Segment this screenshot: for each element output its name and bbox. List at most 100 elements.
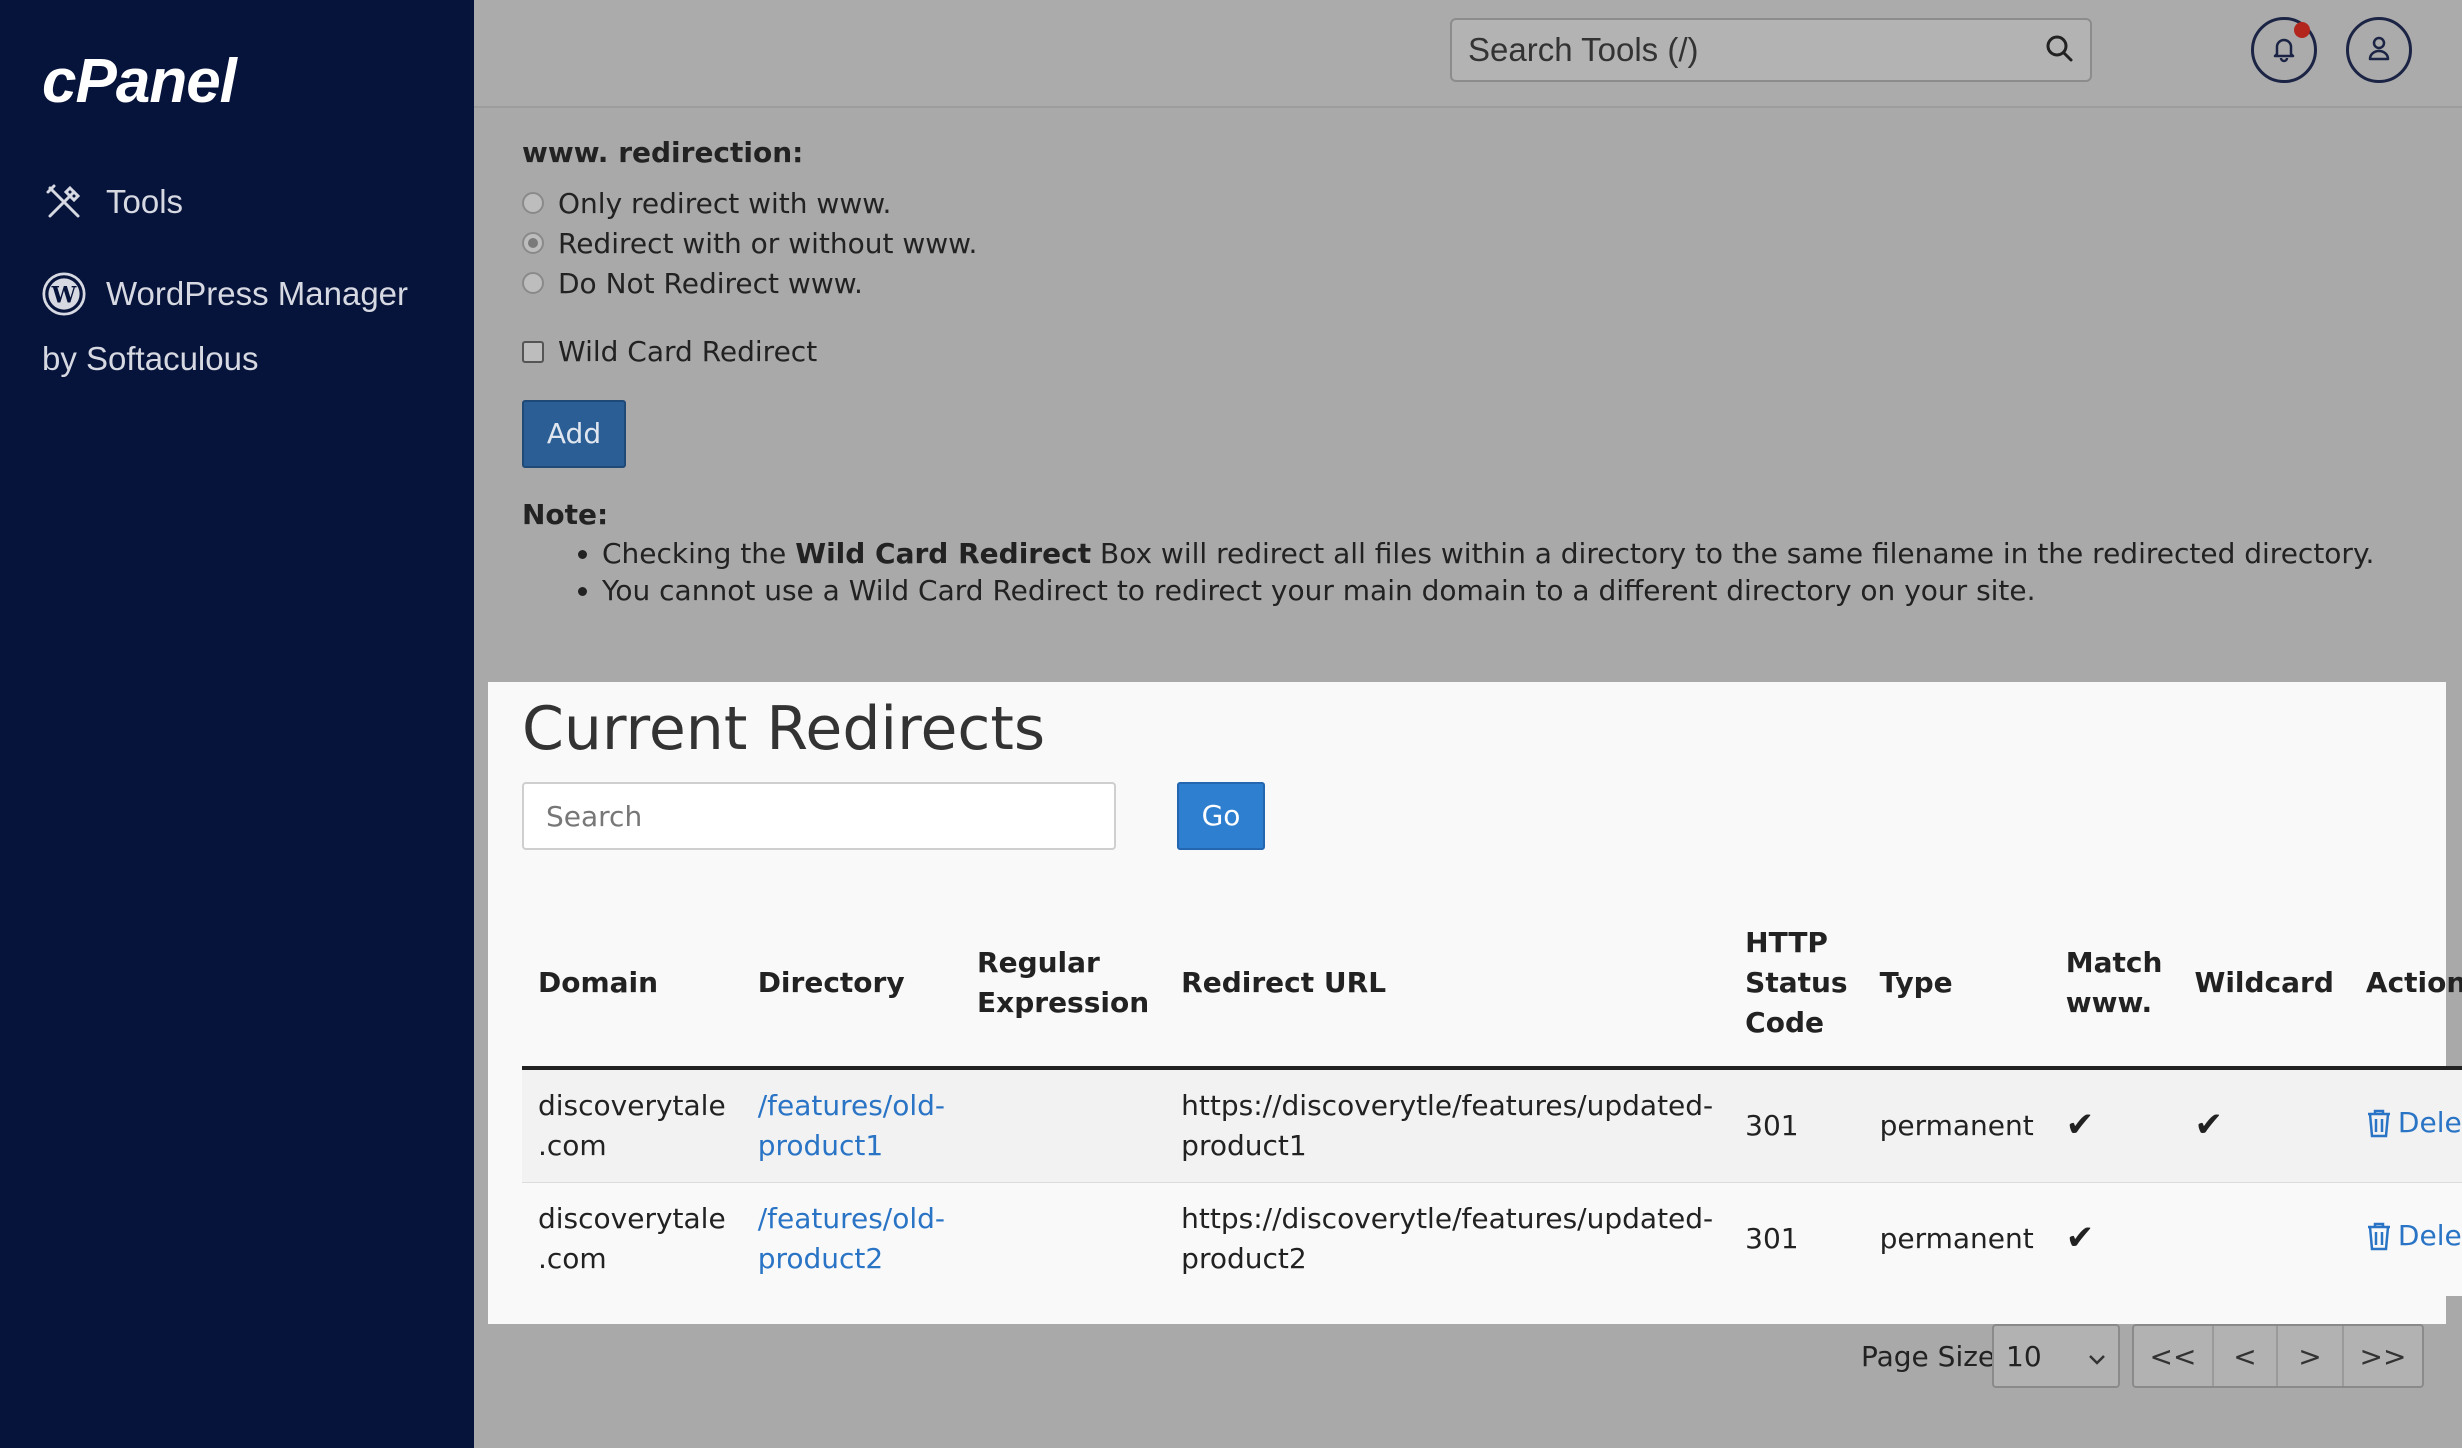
note-bold-text: Wild Card Redirect: [795, 537, 1092, 570]
header-text: Regular: [977, 946, 1100, 979]
cell-redirect-url: https://discoverytle/features/updated-pr…: [1165, 1068, 1730, 1183]
cell-wildcard: [2178, 1182, 2350, 1296]
cell-text: product2: [1181, 1242, 1307, 1276]
table-header-row: Domain Directory Regular Expression Redir…: [522, 900, 2462, 1070]
column-header-match-www[interactable]: Match www.: [2049, 900, 2179, 1070]
search-tools-box[interactable]: [1450, 18, 2092, 82]
cell-domain: discoverytale .com: [522, 1182, 742, 1296]
column-header-type[interactable]: Type: [1863, 900, 2050, 1070]
user-menu-button[interactable]: [2346, 17, 2412, 83]
current-redirects-title: Current Redirects: [522, 694, 1046, 764]
search-icon[interactable]: [2044, 33, 2074, 67]
wildcard-label: Wild Card Redirect: [558, 335, 818, 368]
cell-text: .com: [538, 1242, 607, 1276]
notification-dot: [2294, 22, 2310, 38]
cell-type: permanent: [1863, 1068, 2050, 1183]
radio-button[interactable]: [522, 232, 544, 254]
cell-text: https://discoverytle/features/updated-: [1181, 1088, 1714, 1122]
cell-directory[interactable]: /features/old-product2: [741, 1182, 962, 1296]
header-text: HTTP: [1745, 926, 1828, 959]
trash-icon: [2367, 1109, 2390, 1137]
cell-text: product1: [1181, 1128, 1307, 1162]
first-page-button[interactable]: <<: [2134, 1326, 2214, 1386]
cpanel-logo[interactable]: cPanel: [42, 46, 237, 117]
link-text: /features/old-: [757, 1088, 946, 1122]
current-redirects-panel: Current Redirects Go Domain Directory Re…: [488, 682, 2462, 1324]
go-button[interactable]: Go: [1177, 782, 1265, 850]
table-row: discoverytale .com /features/old-product1…: [522, 1068, 2462, 1183]
cell-regex: [961, 1182, 1166, 1296]
notifications-button[interactable]: [2251, 17, 2317, 83]
directory-link[interactable]: /features/old-product2: [758, 1202, 945, 1275]
radio-only-www[interactable]: Only redirect with www.: [522, 186, 2374, 220]
radio-button[interactable]: [522, 192, 544, 214]
cell-redirect-url: https://discoverytle/features/updated-pr…: [1165, 1182, 1730, 1296]
wildcard-redirect-option[interactable]: Wild Card Redirect: [522, 335, 2374, 368]
note-list: Checking the Wild Card Redirect Box will…: [522, 535, 2374, 609]
cell-status-code: 301: [1729, 1182, 1864, 1296]
sidebar-item-label: Tools: [106, 183, 184, 220]
redirect-form: www. redirection: Only redirect with www…: [522, 136, 2374, 609]
trash-icon: [2367, 1223, 2390, 1251]
header-text: www.: [2065, 986, 2153, 1019]
header-text: Expression: [977, 986, 1150, 1019]
checkmark-icon: ✔: [2065, 1104, 2095, 1145]
cell-text: https://discoverytle/features/updated-: [1181, 1202, 1714, 1236]
radio-button[interactable]: [522, 272, 544, 294]
link-text: /features/old-: [757, 1202, 946, 1236]
note-item: You cannot use a Wild Card Redirect to r…: [602, 572, 2374, 609]
chevron-down-icon: [2088, 1340, 2106, 1373]
page-size-select[interactable]: 10: [1992, 1324, 2120, 1388]
sidebar-item-label: WordPress Manager: [106, 275, 409, 312]
cell-match-www: ✔: [2049, 1068, 2179, 1183]
svg-text:W: W: [51, 282, 77, 308]
tools-icon: [42, 180, 86, 224]
user-icon: [2365, 34, 2393, 66]
link-text: product1: [757, 1128, 884, 1162]
column-header-actions: Actions: [2349, 900, 2462, 1070]
cell-actions: Delete: [2349, 1068, 2462, 1183]
last-page-button[interactable]: >>: [2344, 1326, 2422, 1386]
checkmark-icon: ✔: [2065, 1218, 2095, 1259]
cell-text: discoverytale: [538, 1202, 726, 1236]
delete-button[interactable]: Delete: [2366, 1216, 2462, 1256]
cell-regex: [961, 1068, 1166, 1183]
prev-page-button[interactable]: <: [2214, 1326, 2278, 1386]
cell-status-code: 301: [1729, 1068, 1864, 1183]
note-text: Box will redirect all files within a dir…: [1091, 537, 2375, 570]
redirects-search-input[interactable]: [522, 782, 1116, 850]
column-header-directory[interactable]: Directory: [741, 900, 962, 1070]
www-redirection-label: www. redirection:: [522, 136, 804, 169]
radio-label: Only redirect with www.: [558, 186, 892, 220]
pagination-controls: << < > >>: [2132, 1324, 2424, 1388]
radio-with-or-without-www[interactable]: Redirect with or without www.: [522, 227, 2374, 260]
cell-type: permanent: [1863, 1182, 2050, 1296]
page-size-label: Page Size: [1861, 1340, 1996, 1373]
directory-link[interactable]: /features/old-product1: [758, 1089, 945, 1162]
redirects-table: Domain Directory Regular Expression Redir…: [522, 900, 2462, 1296]
add-button[interactable]: Add: [522, 400, 626, 468]
sidebar-item-wordpress-manager[interactable]: W WordPress Manager: [42, 272, 408, 316]
delete-button[interactable]: Delete: [2366, 1103, 2462, 1143]
column-header-domain[interactable]: Domain: [522, 900, 742, 1070]
note-title: Note:: [522, 498, 609, 531]
top-header: [474, 0, 2462, 108]
sidebar-item-sublabel[interactable]: by Softaculous: [42, 340, 258, 378]
column-header-regex[interactable]: Regular Expression: [961, 900, 1166, 1070]
cell-wildcard: ✔: [2178, 1068, 2350, 1183]
cell-match-www: ✔: [2049, 1182, 2179, 1296]
sidebar-item-tools[interactable]: Tools: [42, 180, 183, 224]
next-page-button[interactable]: >: [2278, 1326, 2344, 1386]
checkmark-icon: ✔: [2194, 1104, 2223, 1145]
delete-label: Delete: [2397, 1219, 2462, 1253]
search-tools-input[interactable]: [1468, 31, 2044, 69]
column-header-redirect-url[interactable]: Redirect URL: [1165, 900, 1730, 1070]
page-size-value: 10: [2006, 1339, 2042, 1373]
radio-do-not-redirect-www[interactable]: Do Not Redirect www.: [522, 267, 2374, 300]
cell-directory[interactable]: /features/old-product1: [741, 1068, 962, 1183]
header-text: Match: [2065, 946, 2163, 979]
wildcard-checkbox[interactable]: [522, 340, 544, 363]
sidebar: cPanel Tools W WordPress Manager by Soft…: [0, 0, 474, 1448]
column-header-wildcard[interactable]: Wildcard: [2178, 900, 2350, 1070]
column-header-status-code[interactable]: HTTP Status Code: [1729, 900, 1864, 1070]
